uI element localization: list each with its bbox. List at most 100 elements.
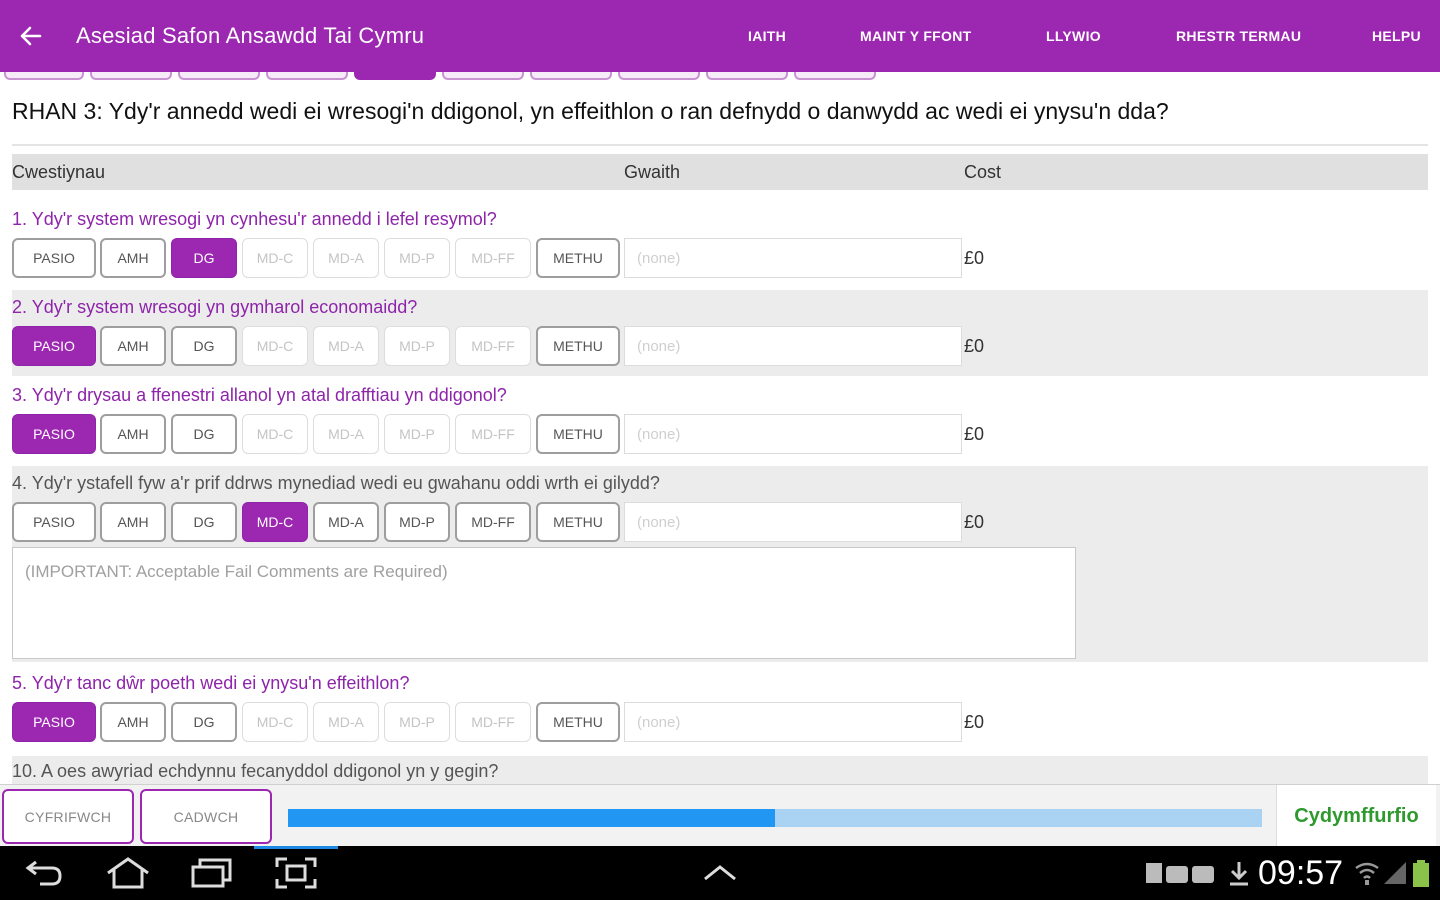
cost-value: £0 <box>964 248 985 268</box>
header-work: Gwaith <box>624 162 681 182</box>
option-md-p[interactable]: MD-P <box>384 238 450 278</box>
section-tab-active[interactable] <box>354 72 436 80</box>
section-tab[interactable] <box>90 72 172 80</box>
option-methu[interactable]: METHU <box>536 502 620 542</box>
work-input[interactable]: (none) <box>624 702 962 742</box>
table-header: Cwestiynau Gwaith Cost <box>12 154 1428 190</box>
question-row-4: 4. Ydy'r ystafell fyw a'r prif ddrws myn… <box>12 466 1428 662</box>
cost-value: £0 <box>964 712 985 732</box>
menu-language[interactable]: IAITH <box>748 0 786 72</box>
option-md-a[interactable]: MD-A <box>313 414 379 454</box>
option-md-p[interactable]: MD-P <box>384 326 450 366</box>
option-md-ff[interactable]: MD-FF <box>455 702 531 742</box>
option-dg[interactable]: DG <box>171 414 237 454</box>
section-tab[interactable] <box>266 72 348 80</box>
option-dg[interactable]: DG <box>171 702 237 742</box>
option-md-ff[interactable]: MD-FF <box>455 238 531 278</box>
save-button[interactable]: CADWCH <box>140 789 272 844</box>
section-title: RHAN 3: Ydy'r annedd wedi ei wresogi'n d… <box>12 98 1169 124</box>
option-md-c[interactable]: MD-C <box>242 414 308 454</box>
question-row-3: 3. Ydy'r drysau a ffenestri allanol yn a… <box>12 378 1428 464</box>
option-pasio[interactable]: PASIO <box>12 702 96 742</box>
option-methu[interactable]: METHU <box>536 414 620 454</box>
section-tab[interactable] <box>530 72 612 80</box>
option-md-c[interactable]: MD-C <box>242 238 308 278</box>
app-title: Asesiad Safon Ansawdd Tai Cymru <box>76 23 425 48</box>
calculate-button[interactable]: CYFRIFWCH <box>2 789 134 844</box>
section-tab[interactable] <box>794 72 876 80</box>
battery-icon <box>1412 860 1430 893</box>
option-md-a[interactable]: MD-A <box>313 502 379 542</box>
section-tab[interactable] <box>4 72 84 80</box>
menu-navigate[interactable]: LLYWIO <box>1046 0 1101 72</box>
nav-up-chevron-icon[interactable] <box>700 856 740 890</box>
fail-comment-textarea[interactable]: (IMPORTANT: Acceptable Fail Comments are… <box>12 547 1076 659</box>
section-tab[interactable] <box>178 72 260 80</box>
progress-bar <box>288 809 1262 827</box>
question-text: 2. Ydy'r system wresogi yn gymharol econ… <box>12 297 418 317</box>
download-icon <box>1228 860 1250 891</box>
option-amh[interactable]: AMH <box>100 702 166 742</box>
app-bar: Asesiad Safon Ansawdd Tai Cymru IAITH MA… <box>0 0 1440 72</box>
work-input[interactable]: (none) <box>624 238 962 278</box>
work-input[interactable]: (none) <box>624 414 962 454</box>
question-row-5: 5. Ydy'r tanc dŵr poeth wedi ei ynysu'n … <box>12 666 1428 754</box>
header-questions: Cwestiynau <box>12 162 106 182</box>
option-pasio[interactable]: PASIO <box>12 414 96 454</box>
nav-back-icon[interactable] <box>22 856 66 890</box>
option-md-a[interactable]: MD-A <box>313 238 379 278</box>
divider <box>12 144 1428 146</box>
back-arrow-icon[interactable] <box>0 0 62 72</box>
section-tab[interactable] <box>706 72 788 80</box>
option-md-ff[interactable]: MD-FF <box>455 414 531 454</box>
screenshot-icon[interactable] <box>274 856 318 890</box>
cost-value: £0 <box>964 336 985 356</box>
work-input[interactable]: (none) <box>624 326 962 366</box>
option-dg[interactable]: DG <box>171 238 237 278</box>
question-text: 3. Ydy'r drysau a ffenestri allanol yn a… <box>12 385 507 405</box>
notification-icon <box>1144 860 1224 891</box>
question-row-2: 2. Ydy'r system wresogi yn gymharol econ… <box>12 290 1428 376</box>
section-tab[interactable] <box>618 72 700 80</box>
question-text: 10. A oes awyriad echdynnu fecanyddol dd… <box>12 761 499 781</box>
menu-glossary[interactable]: RHESTR TERMAU <box>1176 0 1301 72</box>
option-amh[interactable]: AMH <box>100 238 166 278</box>
question-text: 1. Ydy'r system wresogi yn cynhesu'r ann… <box>12 209 497 229</box>
clock: 09:57 <box>1258 854 1344 892</box>
option-md-p[interactable]: MD-P <box>384 414 450 454</box>
option-md-p[interactable]: MD-P <box>384 702 450 742</box>
option-methu[interactable]: METHU <box>536 702 620 742</box>
option-amh[interactable]: AMH <box>100 326 166 366</box>
section-tabs <box>0 72 1440 82</box>
nav-recents-icon[interactable] <box>188 856 234 890</box>
option-dg[interactable]: DG <box>171 326 237 366</box>
option-md-ff[interactable]: MD-FF <box>455 326 531 366</box>
option-pasio[interactable]: PASIO <box>12 238 96 278</box>
header-cost: Cost <box>964 162 1002 182</box>
option-methu[interactable]: METHU <box>536 238 620 278</box>
option-pasio[interactable]: PASIO <box>12 502 96 542</box>
menu-help[interactable]: HELPU <box>1372 0 1421 72</box>
option-md-c[interactable]: MD-C <box>242 326 308 366</box>
option-md-a[interactable]: MD-A <box>313 326 379 366</box>
option-amh[interactable]: AMH <box>100 414 166 454</box>
nav-home-icon[interactable] <box>104 856 152 890</box>
work-input[interactable]: (none) <box>624 502 962 542</box>
section-tab[interactable] <box>442 72 524 80</box>
option-md-ff[interactable]: MD-FF <box>455 502 531 542</box>
option-md-p[interactable]: MD-P <box>384 502 450 542</box>
menu-font-size[interactable]: MAINT Y FFONT <box>860 0 972 72</box>
option-pasio[interactable]: PASIO <box>12 326 96 366</box>
question-text: 4. Ydy'r ystafell fyw a'r prif ddrws myn… <box>12 473 660 493</box>
option-md-a[interactable]: MD-A <box>313 702 379 742</box>
option-methu[interactable]: METHU <box>536 326 620 366</box>
option-amh[interactable]: AMH <box>100 502 166 542</box>
option-md-c[interactable]: MD-C <box>242 702 308 742</box>
progress-fill <box>288 809 775 827</box>
bottom-action-bar: CYFRIFWCH CADWCH Cydymffurfio <box>0 784 1440 847</box>
cost-value: £0 <box>964 512 985 532</box>
wifi-icon <box>1354 860 1380 891</box>
question-row-1: 1. Ydy'r system wresogi yn cynhesu'r ann… <box>12 200 1428 288</box>
option-dg[interactable]: DG <box>171 502 237 542</box>
option-md-c[interactable]: MD-C <box>242 502 308 542</box>
